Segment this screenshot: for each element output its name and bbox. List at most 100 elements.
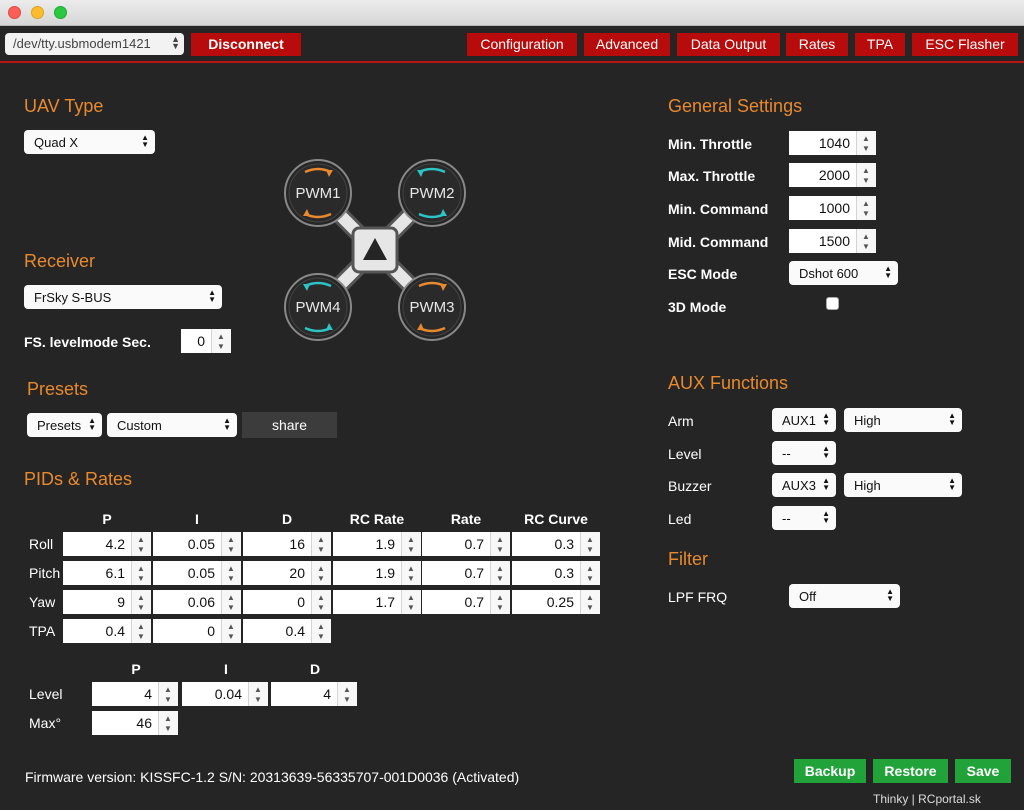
spinner-arrows-icon[interactable]: ▲ ▼	[248, 682, 268, 706]
aux-arm-state-select[interactable]: High ▲ ▼	[844, 408, 962, 432]
tab-advanced[interactable]: Advanced	[584, 33, 670, 56]
input-value: 0	[207, 623, 215, 639]
restore-button[interactable]: Restore	[873, 759, 948, 783]
roll-rc-rate-input[interactable]: 1.9 ▲ ▼	[333, 532, 421, 556]
spinner-arrows-icon[interactable]: ▲ ▼	[221, 590, 241, 614]
spinner-arrows-icon[interactable]: ▲ ▼	[580, 590, 600, 614]
aux-level-channel-select[interactable]: -- ▲ ▼	[772, 441, 836, 465]
spinner-arrows-icon[interactable]: ▲ ▼	[158, 682, 178, 706]
max-throttle-input[interactable]: 2000 ▲ ▼	[789, 163, 876, 187]
min-throttle-input[interactable]: 1040 ▲ ▼	[789, 131, 876, 155]
spinner-arrows-icon[interactable]: ▲ ▼	[221, 561, 241, 585]
input-value: 0.25	[546, 594, 574, 610]
serial-port-select[interactable]: /dev/tty.usbmodem1421 ▲ ▼	[5, 33, 184, 55]
mid-command-input[interactable]: 1500 ▲ ▼	[789, 229, 876, 253]
tab-data-output[interactable]: Data Output	[677, 33, 780, 56]
spinner-arrows-icon[interactable]: ▲ ▼	[158, 711, 178, 735]
save-button[interactable]: Save	[955, 759, 1011, 783]
spinner-arrows-icon[interactable]: ▲ ▼	[131, 561, 151, 585]
spinner-arrows-icon[interactable]: ▲ ▼	[221, 532, 241, 556]
aux-buzzer-channel-select[interactable]: AUX3 ▲ ▼	[772, 473, 836, 497]
spinner-arrows-icon[interactable]: ▲ ▼	[490, 561, 510, 585]
fs-levelmode-input[interactable]: 0 ▲ ▼	[181, 329, 231, 353]
pitch-rc-curve-input[interactable]: 0.3 ▲ ▼	[512, 561, 600, 585]
backup-button[interactable]: Backup	[794, 759, 866, 783]
spinner-arrows-icon[interactable]: ▲ ▼	[490, 590, 510, 614]
uav-type-select[interactable]: Quad X ▲ ▼	[24, 130, 155, 154]
roll-p-input[interactable]: 4.2 ▲ ▼	[63, 532, 151, 556]
pitch-d-input[interactable]: 20 ▲ ▼	[243, 561, 331, 585]
spinner-arrows-icon[interactable]: ▲ ▼	[311, 590, 331, 614]
roll-i-input[interactable]: 0.05 ▲ ▼	[153, 532, 241, 556]
input-value: 0.06	[187, 594, 215, 610]
yaw-rc-rate-input[interactable]: 1.7 ▲ ▼	[333, 590, 421, 614]
level-column-header-p: P	[131, 661, 141, 677]
presets-select[interactable]: Presets ▲ ▼	[27, 413, 102, 437]
tpa-i-input[interactable]: 0 ▲ ▼	[153, 619, 241, 643]
pitch-rc-rate-input[interactable]: 1.9 ▲ ▼	[333, 561, 421, 585]
spinner-arrows-icon[interactable]: ▲ ▼	[401, 532, 421, 556]
select-arrows-icon: ▲ ▼	[141, 133, 149, 149]
spinner-arrows-icon[interactable]: ▲ ▼	[221, 619, 241, 643]
level-p-input[interactable]: 4 ▲ ▼	[92, 682, 178, 706]
yaw-rc-curve-input[interactable]: 0.25 ▲ ▼	[512, 590, 600, 614]
spinner-arrows-icon[interactable]: ▲ ▼	[580, 561, 600, 585]
tab-esc-flasher[interactable]: ESC Flasher	[912, 33, 1018, 56]
spinner-arrows-icon[interactable]: ▲ ▼	[211, 329, 231, 353]
pitch-i-input[interactable]: 0.05 ▲ ▼	[153, 561, 241, 585]
pitch-p-input[interactable]: 6.1 ▲ ▼	[63, 561, 151, 585]
spinner-arrows-icon[interactable]: ▲ ▼	[131, 590, 151, 614]
column-header-i: I	[195, 511, 199, 527]
spinner-arrows-icon[interactable]: ▲ ▼	[856, 131, 876, 155]
roll-d-input[interactable]: 16 ▲ ▼	[243, 532, 331, 556]
minimize-window-button[interactable]	[31, 6, 44, 19]
tab-configuration[interactable]: Configuration	[467, 33, 577, 56]
tab-tpa[interactable]: TPA	[855, 33, 905, 56]
aux-arm-label: Arm	[668, 413, 694, 429]
roll-rc-curve-input[interactable]: 0.3 ▲ ▼	[512, 532, 600, 556]
yaw-p-input[interactable]: 9 ▲ ▼	[63, 590, 151, 614]
receiver-select[interactable]: FrSky S-BUS ▲ ▼	[24, 285, 222, 309]
aux-led-channel-select[interactable]: -- ▲ ▼	[772, 506, 836, 530]
zoom-window-button[interactable]	[54, 6, 67, 19]
input-value: 1500	[818, 233, 850, 249]
yaw-i-input[interactable]: 0.06 ▲ ▼	[153, 590, 241, 614]
aux-arm-channel-select[interactable]: AUX1 ▲ ▼	[772, 408, 836, 432]
spinner-arrows-icon[interactable]: ▲ ▼	[401, 561, 421, 585]
max-angle-input[interactable]: 46 ▲ ▼	[92, 711, 178, 735]
spinner-arrows-icon[interactable]: ▲ ▼	[311, 532, 331, 556]
general-settings-heading: General Settings	[668, 96, 803, 116]
tab-rates[interactable]: Rates	[786, 33, 848, 56]
spinner-arrows-icon[interactable]: ▲ ▼	[311, 561, 331, 585]
spinner-arrows-icon[interactable]: ▲ ▼	[856, 229, 876, 253]
spinner-arrows-icon[interactable]: ▲ ▼	[580, 532, 600, 556]
row-label-roll: Roll	[29, 536, 54, 552]
aux-buzzer-state-select[interactable]: High ▲ ▼	[844, 473, 962, 497]
tpa-d-input[interactable]: 0.4 ▲ ▼	[243, 619, 331, 643]
pitch-rate-input[interactable]: 0.7 ▲ ▼	[422, 561, 510, 585]
share-button[interactable]: share	[242, 412, 337, 438]
spinner-arrows-icon[interactable]: ▲ ▼	[401, 590, 421, 614]
spinner-arrows-icon[interactable]: ▲ ▼	[131, 619, 151, 643]
spinner-arrows-icon[interactable]: ▲ ▼	[311, 619, 331, 643]
esc-mode-select[interactable]: Dshot 600 ▲ ▼	[789, 261, 898, 285]
yaw-rate-input[interactable]: 0.7 ▲ ▼	[422, 590, 510, 614]
spinner-arrows-icon[interactable]: ▲ ▼	[131, 532, 151, 556]
spinner-arrows-icon[interactable]: ▲ ▼	[337, 682, 357, 706]
custom-preset-select[interactable]: Custom ▲ ▼	[107, 413, 237, 437]
mode-3d-checkbox[interactable]	[826, 297, 839, 310]
tpa-p-input[interactable]: 0.4 ▲ ▼	[63, 619, 151, 643]
disconnect-button[interactable]: Disconnect	[191, 33, 301, 56]
roll-rate-input[interactable]: 0.7 ▲ ▼	[422, 532, 510, 556]
close-window-button[interactable]	[8, 6, 21, 19]
level-d-input[interactable]: 4 ▲ ▼	[271, 682, 357, 706]
lpf-frq-select[interactable]: Off ▲ ▼	[789, 584, 900, 608]
spinner-arrows-icon[interactable]: ▲ ▼	[856, 196, 876, 220]
yaw-d-input[interactable]: 0 ▲ ▼	[243, 590, 331, 614]
motor-label: PWM2	[410, 185, 455, 202]
min-command-input[interactable]: 1000 ▲ ▼	[789, 196, 876, 220]
spinner-arrows-icon[interactable]: ▲ ▼	[490, 532, 510, 556]
spinner-arrows-icon[interactable]: ▲ ▼	[856, 163, 876, 187]
level-i-input[interactable]: 0.04 ▲ ▼	[182, 682, 268, 706]
input-value: 1.9	[375, 565, 395, 581]
